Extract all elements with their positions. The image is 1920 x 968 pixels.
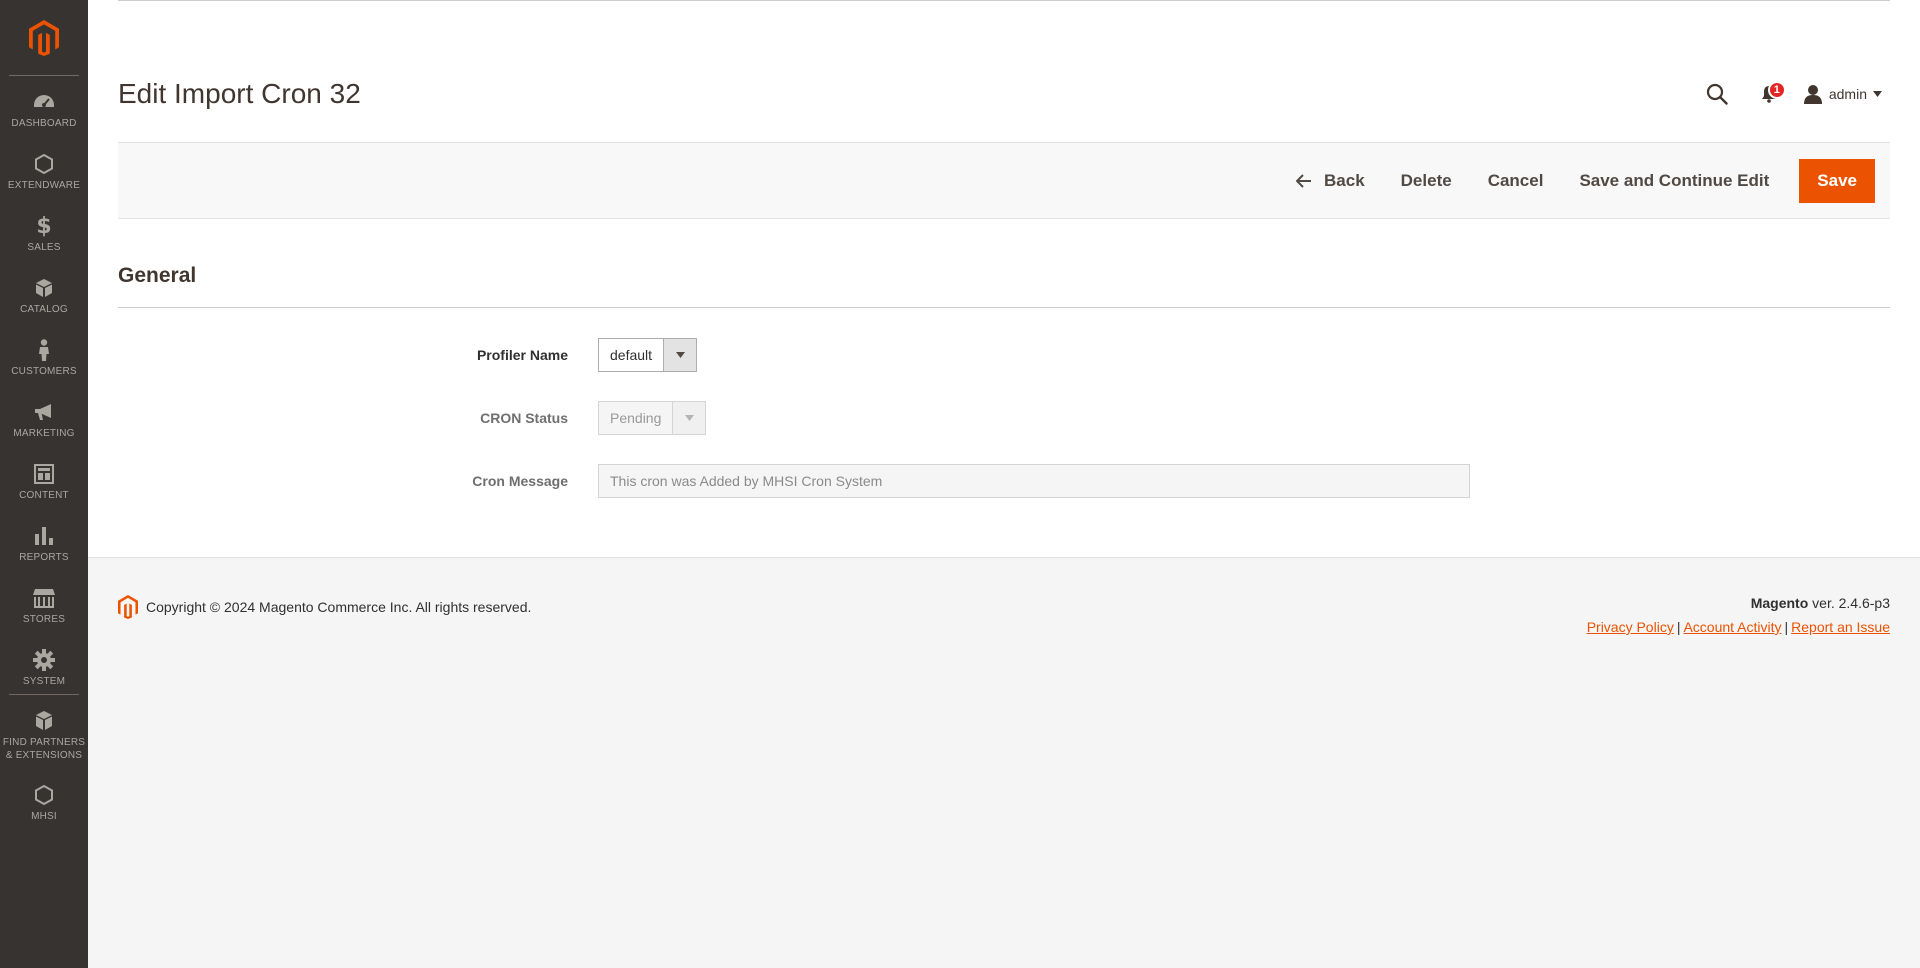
privacy-policy-link[interactable]: Privacy Policy — [1587, 619, 1674, 635]
notification-badge: 1 — [1767, 81, 1786, 99]
magento-logo-icon — [118, 595, 138, 619]
back-button[interactable]: Back — [1278, 159, 1383, 203]
boxes-icon — [32, 708, 56, 734]
header-actions: 1 admin — [1701, 78, 1882, 110]
footer-brand: Magento — [1750, 595, 1809, 611]
caret-down-icon — [1873, 91, 1882, 97]
page-footer: Copyright © 2024 Magento Commerce Inc. A… — [88, 557, 1920, 968]
dropdown-arrow-icon — [672, 402, 706, 434]
arrow-left-icon — [1296, 174, 1312, 188]
sidebar-item-label: EXTENDWARE — [7, 180, 81, 191]
cron-message-row: Cron Message This cron was Added by MHSI… — [118, 464, 1890, 498]
bar-chart-icon — [34, 523, 54, 549]
sidebar-item-label: CUSTOMERS — [11, 366, 77, 377]
sidebar-item-marketing[interactable]: MARKETING — [0, 399, 88, 461]
page-actions-bar: Back Delete Cancel Save and Continue Edi… — [118, 142, 1890, 219]
sidebar-item-label: CATALOG — [20, 304, 68, 315]
account-activity-link[interactable]: Account Activity — [1683, 619, 1781, 635]
notifications-button[interactable]: 1 — [1753, 78, 1786, 110]
profiler-name-value: default — [610, 347, 653, 363]
delete-button[interactable]: Delete — [1383, 159, 1470, 203]
dollar-icon: $ — [36, 213, 52, 239]
sidebar-item-label: MARKETING — [13, 428, 75, 439]
sidebar-item-label: STORES — [22, 614, 66, 625]
profiler-name-label: Profiler Name — [476, 347, 568, 363]
sidebar-item-find-partners[interactable]: FIND PARTNERS & EXTENSIONS — [0, 708, 88, 776]
sidebar-item-system[interactable]: SYSTEM — [0, 647, 88, 709]
page-title: Edit Import Cron 32 — [118, 78, 361, 109]
link-separator: | — [1676, 619, 1681, 635]
sidebar-item-content[interactable]: CONTENT — [0, 461, 88, 523]
magento-logo[interactable] — [0, 12, 88, 64]
megaphone-icon — [33, 399, 55, 425]
copyright-text: Copyright © 2024 Magento Commerce Inc. A… — [146, 599, 532, 615]
sidebar-item-catalog[interactable]: CATALOG — [0, 275, 88, 337]
sidebar-item-sales[interactable]: $ SALES — [0, 213, 88, 275]
admin-sidebar: DASHBOARD EXTENDWARE $ SALES CATALOG CUS… — [0, 0, 88, 968]
save-button[interactable]: Save — [1799, 159, 1875, 203]
back-button-label: Back — [1324, 171, 1365, 190]
profiler-name-row: Profiler Name default — [118, 338, 1890, 372]
page-actions: Back Delete Cancel Save and Continue Edi… — [1278, 159, 1875, 203]
box-icon — [35, 275, 53, 301]
sidebar-item-customers[interactable]: CUSTOMERS — [0, 337, 88, 399]
cron-message-label: Cron Message — [472, 473, 568, 489]
sidebar-item-reports[interactable]: REPORTS — [0, 523, 88, 585]
sidebar-item-label: SALES — [27, 242, 61, 253]
person-icon — [37, 337, 51, 363]
hexagon-icon — [35, 151, 53, 177]
save-and-continue-button[interactable]: Save and Continue Edit — [1561, 159, 1787, 203]
cancel-button[interactable]: Cancel — [1470, 159, 1562, 203]
sidebar-divider — [9, 694, 79, 695]
user-menu[interactable]: admin — [1803, 84, 1882, 104]
cron-status-row: CRON Status Pending — [118, 401, 1890, 435]
sidebar-item-stores[interactable]: STORES — [0, 585, 88, 647]
link-separator: | — [1784, 619, 1789, 635]
hexagon-icon — [35, 782, 53, 808]
sidebar-item-label: SYSTEM — [22, 676, 66, 687]
dashboard-icon — [32, 89, 56, 115]
search-icon — [1706, 83, 1728, 105]
sidebar-item-label: REPORTS — [19, 552, 69, 563]
user-name: admin — [1828, 86, 1867, 102]
store-icon — [32, 585, 56, 611]
section-divider — [118, 307, 1890, 308]
footer-links: Privacy Policy | Account Activity | Report a… — [1587, 619, 1890, 635]
sidebar-item-label: FIND PARTNERS & EXTENSIONS — [2, 737, 86, 761]
dropdown-arrow-icon — [663, 339, 697, 371]
cron-message-input: This cron was Added by MHSI Cron System — [598, 464, 1470, 498]
section-title-general: General — [118, 264, 197, 287]
sidebar-item-extendware[interactable]: EXTENDWARE — [0, 151, 88, 213]
search-button[interactable] — [1701, 78, 1733, 110]
version-text: ver. 2.4.6-p3 — [1808, 595, 1890, 611]
magento-logo-icon — [29, 20, 59, 56]
layout-icon — [34, 461, 54, 487]
top-divider — [118, 0, 1890, 1]
sidebar-item-label: MHSI — [31, 811, 57, 822]
report-issue-link[interactable]: Report an Issue — [1791, 619, 1890, 635]
sidebar-divider — [9, 75, 79, 76]
gear-icon — [33, 647, 55, 673]
footer-version: Magento ver. 2.4.6-p3 — [1751, 595, 1890, 611]
cron-status-label: CRON Status — [480, 410, 568, 426]
sidebar-item-dashboard[interactable]: DASHBOARD — [0, 89, 88, 151]
sidebar-item-label: CONTENT — [19, 490, 69, 501]
user-icon — [1803, 85, 1822, 104]
cron-status-value: Pending — [610, 410, 662, 426]
footer-copyright: Copyright © 2024 Magento Commerce Inc. A… — [118, 595, 531, 619]
sidebar-item-label: DASHBOARD — [11, 118, 77, 129]
profiler-name-select[interactable]: default — [598, 338, 698, 372]
sidebar-item-mhsi[interactable]: MHSI — [0, 782, 88, 844]
cron-status-select: Pending — [598, 401, 707, 435]
